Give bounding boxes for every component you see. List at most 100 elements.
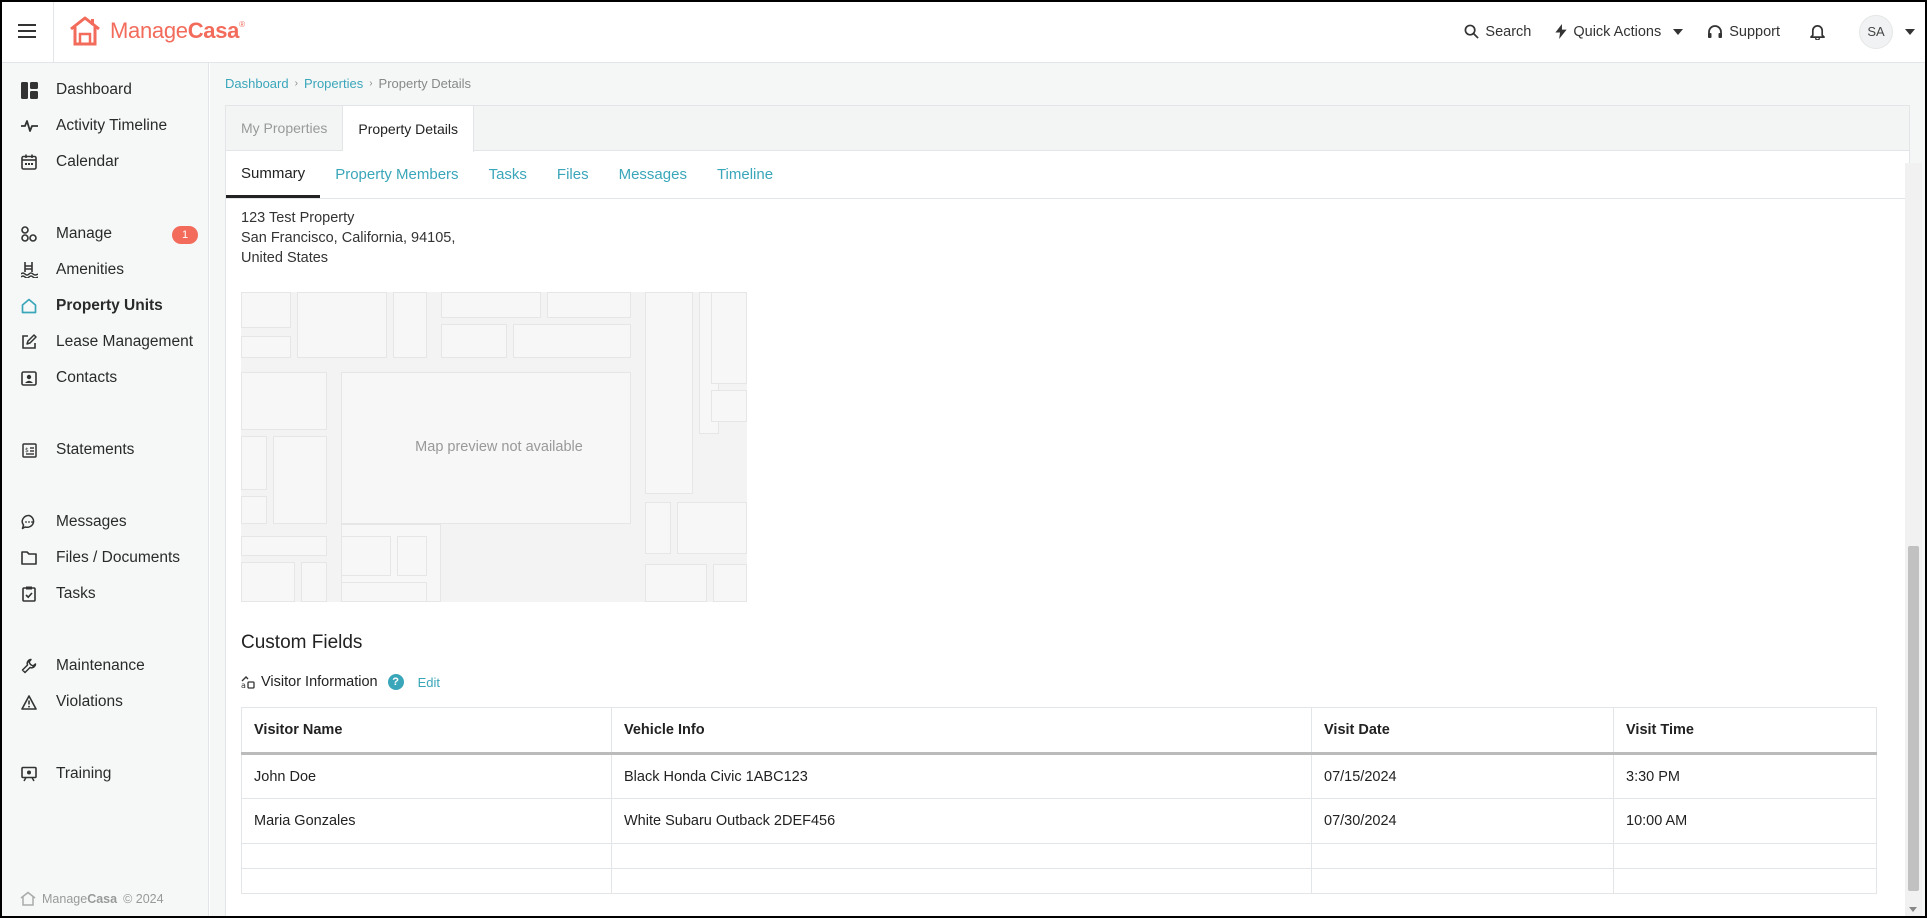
breadcrumb: Dashboard › Properties › Property Detail…: [225, 76, 471, 91]
house-logo-icon: [20, 891, 36, 906]
support-button[interactable]: Support: [1707, 24, 1780, 40]
sidebar-item-statements[interactable]: $ Statements: [0, 433, 209, 467]
address-line-1: 123 Test Property: [241, 210, 355, 226]
sidebar-item-property-units[interactable]: Property Units: [0, 289, 209, 323]
sidebar-item-files-documents[interactable]: Files / Documents: [0, 541, 209, 575]
contacts-icon: [20, 369, 38, 387]
scroll-down-arrow-icon[interactable]: [1909, 907, 1917, 912]
wrench-icon: [20, 657, 38, 675]
sidebar-item-activity-timeline[interactable]: Activity Timeline: [0, 109, 209, 143]
table-row[interactable]: Maria Gonzales White Subaru Outback 2DEF…: [241, 798, 1877, 844]
sidebar-item-amenities[interactable]: Amenities: [0, 253, 209, 287]
pool-icon: [20, 261, 38, 279]
search-icon: [1464, 24, 1480, 39]
column-header[interactable]: Visit Date: [1311, 707, 1614, 755]
sidebar-item-label: Files / Documents: [56, 549, 181, 566]
sidebar-item-label: Calendar: [56, 153, 119, 170]
property-address: 123 Test Property San Francisco, Califor…: [241, 208, 455, 268]
breadcrumb-properties[interactable]: Properties: [304, 76, 363, 91]
table-row-empty[interactable]: [241, 843, 1877, 869]
tab-property-members[interactable]: Property Members: [320, 151, 473, 198]
sidebar-item-contacts[interactable]: Contacts: [0, 361, 209, 395]
table-cell: John Doe: [241, 753, 612, 799]
chevron-right-icon: ›: [369, 78, 373, 89]
support-label: Support: [1729, 23, 1780, 40]
custom-field-icon: a: [241, 676, 255, 689]
column-header[interactable]: Vehicle Info: [611, 707, 1312, 755]
home-icon: [20, 297, 38, 315]
chevron-down-icon: [1905, 28, 1915, 35]
quick-actions-label: Quick Actions: [1573, 23, 1662, 40]
tab-summary[interactable]: Summary: [226, 151, 321, 198]
notification-badge: 1: [172, 226, 198, 244]
sidebar-item-label: Tasks: [56, 585, 96, 602]
sidebar-item-tasks[interactable]: Tasks: [0, 577, 209, 611]
hamburger-icon: [17, 24, 36, 38]
sub-tabs: Summary Property Members Tasks Files Mes…: [226, 151, 1909, 199]
search-label: Search: [1485, 23, 1532, 40]
scrollbar-thumb[interactable]: [1908, 546, 1919, 891]
sidebar-item-training[interactable]: Training: [0, 757, 209, 791]
sidebar-item-dashboard[interactable]: Dashboard: [0, 73, 209, 107]
help-icon[interactable]: ?: [387, 674, 404, 690]
edit-link[interactable]: Edit: [418, 675, 440, 690]
breadcrumb-dashboard[interactable]: Dashboard: [225, 76, 289, 91]
sidebar-item-manage[interactable]: Manage 1: [0, 217, 209, 251]
sidebar-item-violations[interactable]: Violations: [0, 685, 209, 719]
tab-files[interactable]: Files: [542, 151, 604, 198]
tab-my-properties[interactable]: My Properties: [226, 106, 344, 150]
column-header[interactable]: Visit Time: [1613, 707, 1877, 755]
copyright: ManageCasa © 2024: [20, 891, 164, 906]
tab-tasks[interactable]: Tasks: [474, 151, 542, 198]
sidebar-item-calendar[interactable]: Calendar: [0, 145, 209, 179]
sidebar-item-maintenance[interactable]: Maintenance: [0, 649, 209, 683]
address-line-2: San Francisco, California, 94105,: [241, 230, 456, 246]
brand-logo[interactable]: ManageCasa®: [68, 15, 245, 47]
user-menu[interactable]: SA: [1859, 14, 1915, 49]
custom-fields-title: Custom Fields: [241, 632, 363, 653]
quick-actions-button[interactable]: Quick Actions: [1555, 23, 1684, 40]
sidebar-item-label: Property Units: [56, 297, 163, 314]
brand-name: ManageCasa®: [110, 18, 245, 43]
table-cell: White Subaru Outback 2DEF456: [611, 798, 1312, 844]
training-icon: [20, 765, 38, 783]
sidebar-item-messages[interactable]: Messages: [0, 505, 209, 539]
sidebar-item-label: Dashboard: [56, 81, 132, 98]
chat-icon: [20, 513, 38, 531]
table-cell: 10:00 AM: [1613, 798, 1877, 844]
statement-icon: $: [20, 441, 38, 459]
sidebar-item-label: Statements: [56, 441, 135, 458]
folder-icon: [20, 549, 38, 567]
notifications-button[interactable]: [1810, 23, 1825, 40]
warning-icon: [20, 693, 38, 711]
tab-property-details[interactable]: Property Details: [343, 106, 474, 152]
task-icon: [20, 585, 38, 603]
tab-messages[interactable]: Messages: [604, 151, 702, 198]
tab-timeline[interactable]: Timeline: [702, 151, 788, 198]
sidebar-item-lease-management[interactable]: Lease Management: [0, 325, 209, 359]
sidebar-item-label: Maintenance: [56, 657, 145, 674]
table-cell: Black Honda Civic 1ABC123: [611, 753, 1312, 799]
address-line-3: United States: [241, 250, 329, 266]
edit-icon: [20, 333, 38, 351]
visitor-information-label: Visitor Information: [261, 674, 378, 690]
chevron-right-icon: ›: [294, 78, 298, 89]
summary-content: 123 Test Property San Francisco, Califor…: [226, 200, 1909, 918]
sidebar-item-label: Manage: [56, 225, 113, 242]
table-row[interactable]: John Doe Black Honda Civic 1ABC123 07/15…: [241, 753, 1877, 799]
top-tabs: My Properties Property Details: [226, 106, 1909, 152]
sidebar-item-label: Amenities: [56, 261, 125, 278]
house-logo-icon: [70, 16, 100, 46]
map-preview: Map preview not available: [241, 292, 747, 602]
search-button[interactable]: Search: [1464, 24, 1531, 40]
headset-icon: [1708, 24, 1723, 38]
vertical-scrollbar[interactable]: [1905, 163, 1922, 918]
bell-icon: [1810, 25, 1825, 40]
menu-toggle-button[interactable]: [0, 0, 54, 63]
sidebar-item-label: Training: [56, 765, 112, 782]
column-header[interactable]: Visitor Name: [241, 707, 612, 755]
sidebar-item-label: Activity Timeline: [56, 117, 168, 134]
table-row-empty[interactable]: [241, 868, 1877, 894]
svg-text:a: a: [241, 681, 246, 689]
sidebar-item-label: Contacts: [56, 369, 118, 386]
